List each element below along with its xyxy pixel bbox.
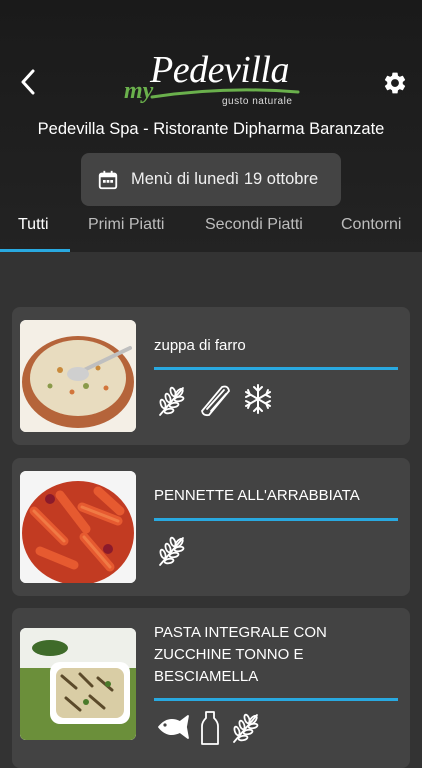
category-tabs: Tutti Primi Piatti Secondi Piatti Contor… [0,206,422,252]
dish-card[interactable]: zuppa di farro [12,307,410,445]
calendar-icon [98,170,118,189]
active-tab-indicator [0,249,70,252]
tab-primi-piatti[interactable]: Primi Piatti [88,216,164,234]
snowflake-icon [245,384,271,414]
venue-name: Pedevilla Spa - Ristorante Dipharma Bara… [37,120,385,138]
dish-divider [154,698,398,701]
wheat-icon [233,713,259,743]
settings-button[interactable] [382,70,408,96]
dish-photo-zuppa [20,320,136,432]
date-label: Menù di lunedì 19 ottobre [131,170,319,188]
allergen-icons [156,710,262,746]
dish-divider [154,367,398,370]
app-header: my Pedevilla gusto naturale Pedevilla Sp… [0,0,422,252]
wheat-icon [159,386,185,416]
date-picker-button[interactable]: Menù di lunedì 19 ottobre [81,153,341,206]
dish-divider [154,518,398,521]
logo-tagline: gusto naturale [222,96,293,107]
back-button[interactable] [14,64,42,100]
dish-card[interactable]: PENNETTE ALL'ARRABBIATA [12,458,410,596]
dish-name: PENNETTE ALL'ARRABBIATA [154,487,360,504]
tab-secondi-piatti[interactable]: Secondi Piatti [205,216,303,234]
dish-name: PASTA INTEGRALE CON ZUCCHINE TONNO E BES… [154,624,327,685]
dish-card[interactable]: PASTA INTEGRALE CON ZUCCHINE TONNO E BES… [12,608,410,768]
allergen-icons [156,383,274,417]
celery-icon [201,385,230,417]
tab-tutti[interactable]: Tutti [18,216,49,234]
dish-photo-pennette [20,471,136,583]
wheat-icon [159,536,185,566]
mypedevilla-logo: my Pedevilla gusto naturale [122,48,302,112]
gear-icon [384,72,406,94]
allergen-icons [156,533,188,567]
logo-prefix: my [124,78,154,104]
chevron-left-icon [21,69,35,95]
dish-photo-pasta-integrale [20,628,136,740]
dish-name: zuppa di farro [154,337,246,354]
tab-contorni[interactable]: Contorni [341,216,401,234]
milk-bottle-icon [201,711,219,745]
fish-icon [158,715,189,739]
